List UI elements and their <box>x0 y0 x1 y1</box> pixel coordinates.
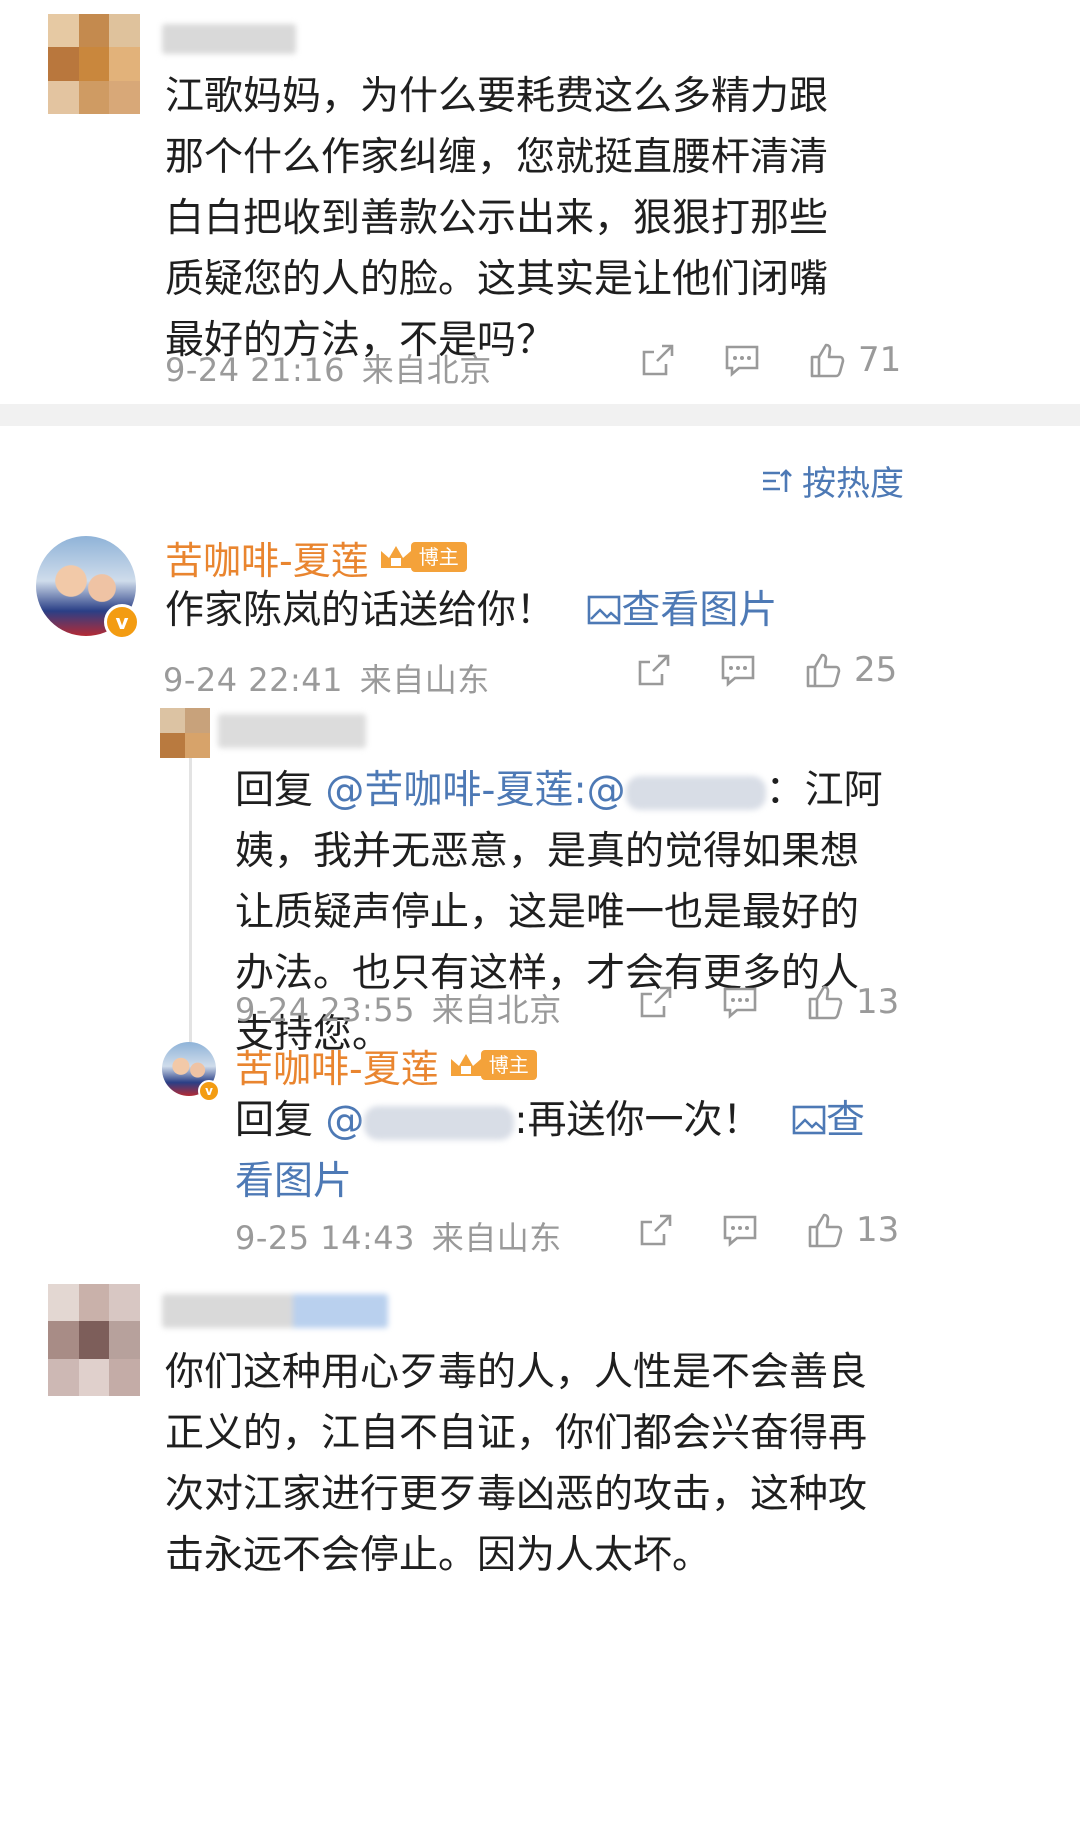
avatar-blurred[interactable] <box>160 708 210 758</box>
like-count: 13 <box>856 982 900 1022</box>
comment-text: 作家陈岚的话送给你！ 查看图片 <box>165 588 778 633</box>
comment-location: 来自北京 <box>431 991 562 1029</box>
comment-actions: 13 <box>638 1210 899 1250</box>
like-button[interactable]: 13 <box>806 982 899 1022</box>
share-icon[interactable] <box>636 652 672 688</box>
comment-actions: 25 <box>636 650 897 690</box>
comment-location: 来自北京 <box>361 351 492 389</box>
thumbs-up-icon <box>808 1213 843 1248</box>
avatar-blurred[interactable] <box>48 14 140 114</box>
comment-location: 来自山东 <box>359 661 490 699</box>
reply-text: 回复 @:再送你一次！ 查看图片 <box>235 1098 865 1204</box>
like-count: 25 <box>854 650 898 690</box>
thumbs-up-icon <box>806 653 841 688</box>
comment-location: 来自山东 <box>431 1219 562 1257</box>
section-divider <box>0 404 1080 426</box>
like-count: 13 <box>856 1210 900 1250</box>
comment-text: 你们这种用心歹毒的人，人性是不会善良正义的，江自不自证，你们都会兴奋得再次对江家… <box>165 1350 868 1578</box>
thumbs-up-icon <box>810 343 845 378</box>
sort-label: 按热度 <box>802 464 904 504</box>
mention-blurred[interactable] <box>625 775 766 810</box>
sort-icon <box>763 468 792 492</box>
sort-control[interactable]: 按热度 <box>760 456 904 505</box>
crown-icon <box>380 546 411 568</box>
reply-icon[interactable] <box>722 984 758 1020</box>
reply-icon[interactable] <box>722 1212 758 1248</box>
image-icon <box>588 595 621 625</box>
like-button[interactable]: 25 <box>804 650 897 690</box>
comment-actions: 13 <box>638 982 899 1022</box>
mention-blurred[interactable] <box>364 1105 515 1140</box>
view-image-link[interactable]: 查看图片 <box>587 588 777 633</box>
reply-icon[interactable] <box>724 342 760 378</box>
verified-v-icon: v <box>104 604 140 640</box>
share-icon[interactable] <box>638 984 674 1020</box>
comment-text: 江歌妈妈，为什么要耗费这么多精力跟那个什么作家纠缠，您就挺直腰杆清清白白把收到善… <box>165 74 829 363</box>
reply-icon[interactable] <box>720 652 756 688</box>
author-name[interactable]: 苦咖啡-夏莲 <box>235 1038 439 1093</box>
mention-suffix[interactable]: :@ <box>574 768 626 813</box>
like-count: 71 <box>858 340 902 380</box>
author-row: 苦咖啡-夏莲 博主 <box>235 1042 537 1091</box>
comment-actions: 71 <box>640 340 901 380</box>
crown-icon <box>450 1054 481 1076</box>
author-row: 苦咖啡-夏莲 博主 <box>165 534 467 583</box>
mention-link[interactable]: @苦咖啡-夏莲 <box>325 768 573 813</box>
blogger-badge: 博主 <box>449 1050 537 1080</box>
like-button[interactable]: 71 <box>808 340 901 380</box>
comment-time: 9-25 14:43 <box>235 1219 416 1257</box>
username-blurred[interactable] <box>162 1294 388 1328</box>
username-blurred[interactable] <box>162 24 296 54</box>
comment-meta: 9-24 21:16 来自北京 <box>165 345 492 391</box>
author-name[interactable]: 苦咖啡-夏莲 <box>165 530 369 585</box>
image-icon <box>792 1105 826 1135</box>
avatar-blurred[interactable] <box>48 1284 140 1396</box>
share-icon[interactable] <box>638 1212 674 1248</box>
like-button[interactable]: 13 <box>806 1210 899 1250</box>
comment-time: 9-24 21:16 <box>165 351 346 389</box>
comment-time: 9-24 23:55 <box>235 991 416 1029</box>
comment-meta: 9-24 22:41 来自山东 <box>163 655 490 701</box>
mention-at[interactable]: @ <box>325 1098 364 1143</box>
thread-line <box>189 752 192 1042</box>
username-blurred[interactable] <box>218 714 366 748</box>
thumbs-up-icon <box>808 985 843 1020</box>
comment-time: 9-24 22:41 <box>163 661 344 699</box>
blogger-badge: 博主 <box>379 542 467 572</box>
comment-meta: 9-24 23:55 来自北京 <box>235 985 562 1031</box>
share-icon[interactable] <box>640 342 676 378</box>
comment-meta: 9-25 14:43 来自山东 <box>235 1213 562 1259</box>
verified-v-icon: v <box>198 1080 220 1102</box>
